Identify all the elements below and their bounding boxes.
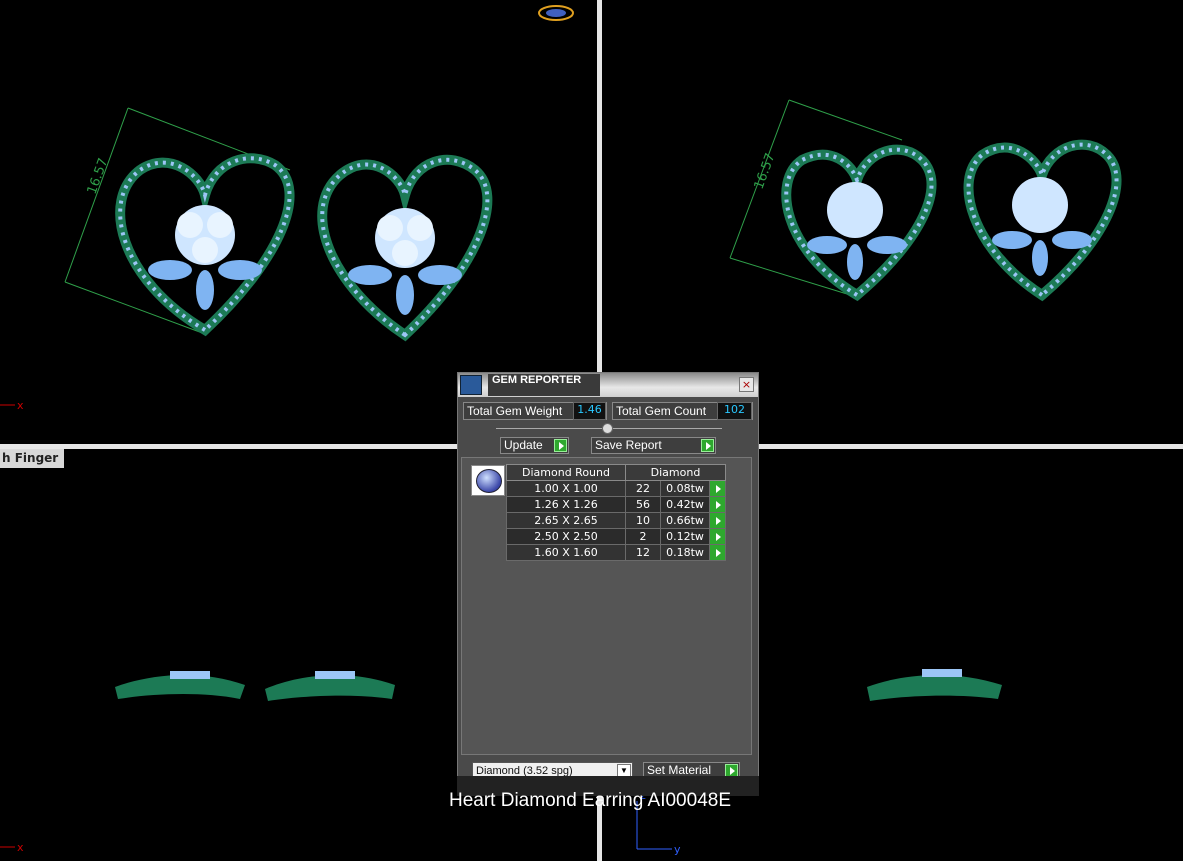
- row-arrow-button[interactable]: [709, 512, 726, 529]
- extension-line-bottom: [64, 281, 206, 335]
- gem-size: 2.50 X 2.50: [506, 528, 626, 545]
- gem-row: [922, 669, 962, 677]
- update-button[interactable]: Update: [500, 437, 569, 454]
- ring-gem-icon: [546, 9, 566, 17]
- play-arrow-icon: [701, 439, 714, 452]
- table-row[interactable]: 1.26 X 1.26 56 0.42tw: [506, 496, 726, 513]
- gem-count: 22: [625, 480, 661, 497]
- gem-count: 2: [625, 528, 661, 545]
- viewport-label[interactable]: h Finger: [0, 449, 65, 468]
- gem-table: Diamond Round Diamond 1.00 X 1.00 22 0.0…: [506, 464, 726, 561]
- close-button[interactable]: ×: [739, 377, 754, 392]
- round-gem-icon[interactable]: [471, 465, 505, 496]
- gem-weight: 0.08tw: [660, 480, 710, 497]
- total-gem-count: Total Gem Count 102: [612, 402, 753, 420]
- play-arrow-icon: [711, 546, 725, 560]
- row-arrow-button[interactable]: [709, 544, 726, 561]
- play-arrow-icon: [554, 439, 567, 452]
- gem-size: 1.60 X 1.60: [506, 544, 626, 561]
- play-arrow-icon: [711, 530, 725, 544]
- heart-earring-left: [781, 144, 937, 302]
- total-gem-weight: Total Gem Weight 1.46: [463, 402, 607, 420]
- gem-count: 10: [625, 512, 661, 529]
- gem-size: 1.26 X 1.26: [506, 496, 626, 513]
- axis-x-label: x: [17, 399, 24, 412]
- total-gem-count-label: Total Gem Count: [616, 404, 707, 418]
- axis-y-label: y: [674, 843, 681, 856]
- heart-earring-right: [963, 139, 1122, 302]
- table-row[interactable]: 1.60 X 1.60 12 0.18tw: [506, 544, 726, 561]
- earring-side: [867, 674, 1002, 701]
- gem-weight: 0.12tw: [660, 528, 710, 545]
- gem-weight: 0.18tw: [660, 544, 710, 561]
- gem-reporter-panel: GEM REPORTER × Total Gem Weight 1.46 Tot…: [457, 372, 759, 796]
- total-gem-weight-label: Total Gem Weight: [467, 404, 563, 418]
- set-material-button-label: Set Material: [647, 763, 712, 777]
- gem-size: 2.65 X 2.65: [506, 512, 626, 529]
- earring-side-right: [265, 675, 395, 701]
- row-arrow-button[interactable]: [709, 496, 726, 513]
- play-arrow-icon: [711, 482, 725, 496]
- product-caption: Heart Diamond Earring AI00048E: [449, 790, 731, 811]
- play-arrow-icon: [711, 514, 725, 528]
- total-gem-weight-value: 1.46: [573, 402, 606, 420]
- row-arrow-button[interactable]: [709, 528, 726, 545]
- save-report-button[interactable]: Save Report: [591, 437, 716, 454]
- save-report-button-label: Save Report: [595, 438, 662, 452]
- gem-reporter-icon: [460, 375, 482, 395]
- column-header-material: Diamond: [625, 464, 726, 481]
- column-header-shape: Diamond Round: [506, 464, 626, 481]
- gem-size: 1.00 X 1.00: [506, 480, 626, 497]
- total-gem-count-value: 102: [717, 402, 752, 420]
- gem-list-area: Diamond Round Diamond 1.00 X 1.00 22 0.0…: [461, 457, 752, 755]
- axis-x-label: x: [17, 841, 24, 854]
- update-button-label: Update: [504, 438, 543, 452]
- heart-earring-right: [317, 154, 493, 342]
- heart-earring-left: [115, 153, 295, 337]
- gem-count: 12: [625, 544, 661, 561]
- extension-line-top: [788, 99, 903, 141]
- gem-weight: 0.66tw: [660, 512, 710, 529]
- row-arrow-button[interactable]: [709, 480, 726, 497]
- dimension-text: 16.57: [752, 151, 779, 191]
- table-row[interactable]: 2.50 X 2.50 2 0.12tw: [506, 528, 726, 545]
- gem-row-right: [315, 671, 355, 679]
- gem-weight: 0.42tw: [660, 496, 710, 513]
- dimension-text: 16.57: [85, 156, 112, 196]
- gem-count: 56: [625, 496, 661, 513]
- gem-reporter-title: GEM REPORTER: [488, 374, 600, 396]
- gem-row-left: [170, 671, 210, 679]
- table-row[interactable]: 2.65 X 2.65 10 0.66tw: [506, 512, 726, 529]
- gem-reporter-titlebar[interactable]: GEM REPORTER ×: [458, 373, 758, 397]
- slider-handle[interactable]: [602, 423, 613, 434]
- table-row[interactable]: 1.00 X 1.00 22 0.08tw: [506, 480, 726, 497]
- play-arrow-icon: [711, 498, 725, 512]
